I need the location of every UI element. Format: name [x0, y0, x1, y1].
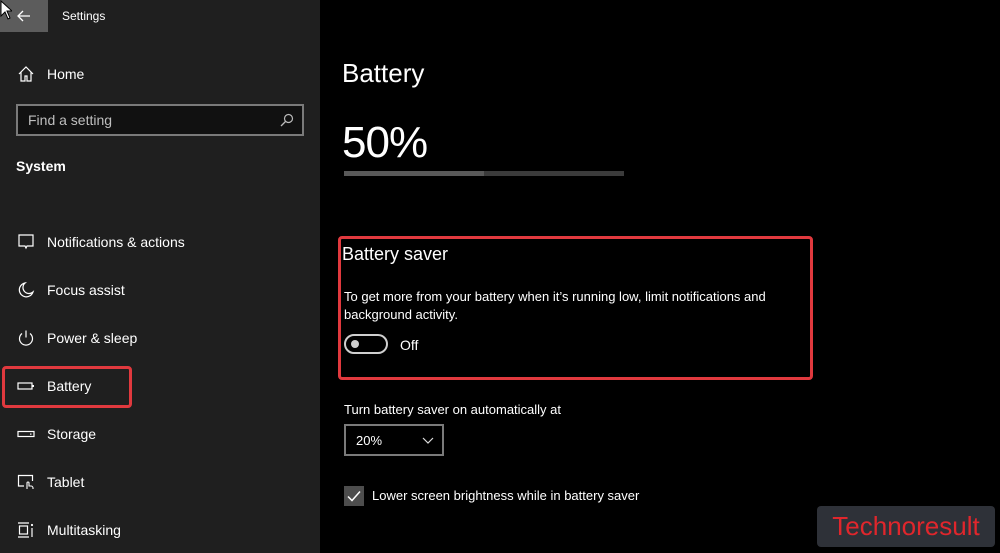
toggle-knob: [351, 340, 359, 348]
battery-saver-title: Battery saver: [342, 244, 449, 264]
power-icon: [17, 329, 35, 347]
battery-level-fill: [344, 171, 484, 176]
sidebar-item-label: Tablet: [47, 474, 85, 490]
watermark: Technoresult: [817, 506, 995, 547]
arrow-left-icon: [17, 10, 30, 22]
multitasking-icon: [17, 521, 35, 539]
select-value: 20%: [356, 433, 383, 448]
tablet-icon: [17, 473, 35, 491]
sidebar-item-tablet[interactable]: Tablet: [0, 462, 320, 502]
search-input[interactable]: [28, 110, 268, 130]
app-title: Settings: [62, 9, 106, 23]
highlight-box-battery: [2, 366, 132, 408]
auto-on-threshold-select[interactable]: 20%: [344, 424, 444, 456]
search-box[interactable]: [16, 104, 304, 136]
title-bar: Settings: [0, 0, 320, 32]
battery-percent: 50%: [342, 118, 428, 167]
sidebar-item-storage[interactable]: Storage: [0, 414, 320, 454]
page-title: Battery: [342, 58, 425, 88]
home-icon: [17, 65, 35, 83]
mouse-cursor-icon: [0, 0, 12, 20]
main-content: Battery 50% Battery saver To get more fr…: [320, 0, 1000, 553]
battery-saver-description: To get more from your battery when it’s …: [344, 289, 766, 322]
battery-saver-toggle[interactable]: [344, 334, 388, 354]
sidebar-item-power-sleep[interactable]: Power & sleep: [0, 318, 320, 358]
sidebar-item-label: Power & sleep: [47, 330, 138, 346]
sidebar-item-label: Multitasking: [47, 522, 121, 538]
sidebar-item-label: Notifications & actions: [47, 234, 185, 250]
checkmark-icon: [347, 491, 361, 502]
section-label-system: System: [16, 158, 66, 174]
auto-on-label: Turn battery saver on automatically at: [344, 402, 562, 417]
search-icon[interactable]: [280, 113, 294, 127]
sidebar-item-home[interactable]: Home: [0, 58, 320, 90]
lower-brightness-checkbox[interactable]: [344, 486, 364, 506]
storage-icon: [17, 425, 35, 443]
sidebar-item-label: Storage: [47, 426, 97, 442]
sidebar-item-label: Focus assist: [47, 282, 125, 298]
battery-level-bar: [344, 171, 624, 176]
battery-saver-toggle-state: Off: [400, 337, 419, 353]
lower-brightness-label: Lower screen brightness while in battery…: [372, 488, 640, 503]
sidebar-item-focus-assist[interactable]: Focus assist: [0, 270, 320, 310]
sidebar-item-multitasking[interactable]: Multitasking: [0, 510, 320, 550]
sidebar: Settings Home System Notifications & act…: [0, 0, 320, 553]
moon-icon: [17, 281, 35, 299]
sidebar-item-label: Home: [47, 66, 85, 82]
sidebar-item-notifications[interactable]: Notifications & actions: [0, 222, 320, 262]
notification-icon: [17, 233, 35, 251]
chevron-down-icon: [422, 437, 434, 444]
